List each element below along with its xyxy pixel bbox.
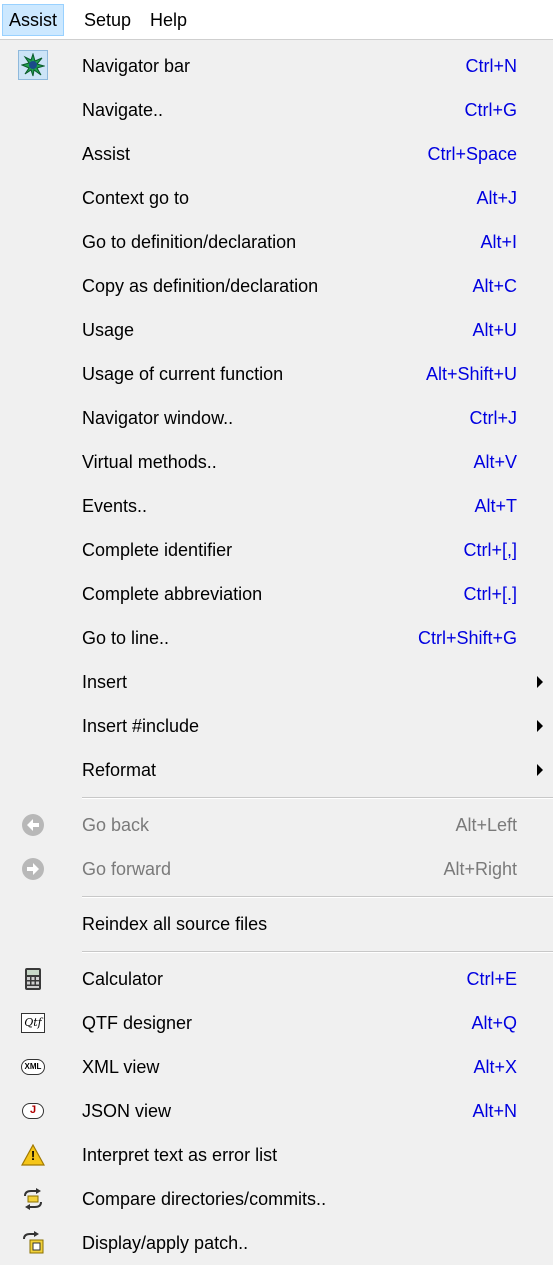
menu-item-shortcut: Ctrl+J xyxy=(469,408,517,428)
menu-item-events[interactable]: Events.. Alt+T xyxy=(0,484,553,528)
menu-item-label: Go back xyxy=(82,815,150,835)
menu-item-shortcut: Alt+Right xyxy=(443,859,517,879)
menu-item-shortcut: Alt+Left xyxy=(455,815,517,835)
warning-icon: ! xyxy=(20,1142,46,1168)
compare-icon xyxy=(20,1186,46,1212)
qtf-icon: Qtf xyxy=(20,1010,46,1036)
menu-item-label: Complete abbreviation xyxy=(82,584,263,604)
menu-item-label: Usage of current function xyxy=(82,364,284,384)
forward-arrow-icon xyxy=(20,856,46,882)
menu-item-shortcut: Ctrl+[,] xyxy=(463,540,517,560)
menu-item-label: Reformat xyxy=(82,760,157,780)
menu-item-shortcut: Alt+C xyxy=(472,276,517,296)
menu-item-label: Virtual methods.. xyxy=(82,452,217,472)
menu-item-label: Go forward xyxy=(82,859,172,879)
menu-item-xml-view[interactable]: XML XML view Alt+X xyxy=(0,1045,553,1089)
menu-bar: Assist Setup Help xyxy=(0,0,553,40)
menu-separator xyxy=(82,951,553,953)
xml-icon-text: XML xyxy=(21,1059,45,1075)
menu-item-go-to-definition[interactable]: Go to definition/declaration Alt+I xyxy=(0,220,553,264)
menu-item-reformat[interactable]: Reformat xyxy=(0,748,553,792)
menu-item-virtual-methods[interactable]: Virtual methods.. Alt+V xyxy=(0,440,553,484)
menu-item-shortcut: Ctrl+Shift+G xyxy=(417,628,517,648)
menu-item-shortcut: Alt+I xyxy=(480,232,517,252)
menu-item-label: Copy as definition/declaration xyxy=(82,276,319,296)
menu-item-go-to-line[interactable]: Go to line.. Ctrl+Shift+G xyxy=(0,616,553,660)
menu-item-label: Go to definition/declaration xyxy=(82,232,297,252)
menu-item-label: Events.. xyxy=(82,496,148,516)
back-arrow-icon xyxy=(20,812,46,838)
menu-item-label: Insert xyxy=(82,672,128,692)
json-icon-text: J xyxy=(22,1103,44,1119)
menu-item-json-view[interactable]: J JSON view Alt+N xyxy=(0,1089,553,1133)
menu-item-go-forward[interactable]: Go forward Alt+Right xyxy=(0,847,553,891)
menu-item-label: JSON view xyxy=(82,1101,172,1121)
patch-icon xyxy=(20,1230,46,1256)
warning-icon-text: ! xyxy=(30,1148,36,1163)
menu-item-label: Compare directories/commits.. xyxy=(82,1189,327,1209)
assist-dropdown-menu: Navigator bar Ctrl+N Navigate.. Ctrl+G A… xyxy=(0,40,553,1254)
menu-item-compare-directories[interactable]: Compare directories/commits.. xyxy=(0,1177,553,1221)
menu-item-shortcut: Ctrl+[.] xyxy=(463,584,517,604)
menu-item-label: Complete identifier xyxy=(82,540,233,560)
menu-item-label: Interpret text as error list xyxy=(82,1145,278,1165)
menu-item-label: Context go to xyxy=(82,188,190,208)
menu-item-usage-of-current-function[interactable]: Usage of current function Alt+Shift+U xyxy=(0,352,553,396)
menu-item-navigator-window[interactable]: Navigator window.. Ctrl+J xyxy=(0,396,553,440)
menu-item-label: Display/apply patch.. xyxy=(82,1233,249,1253)
menu-item-label: Navigator bar xyxy=(82,56,191,76)
menu-item-complete-identifier[interactable]: Complete identifier Ctrl+[,] xyxy=(0,528,553,572)
submenu-arrow-icon xyxy=(537,720,543,732)
menu-item-label: Usage xyxy=(82,320,135,340)
menu-item-shortcut: Ctrl+G xyxy=(464,100,517,120)
menu-item-calculator[interactable]: Calculator Ctrl+E xyxy=(0,957,553,1001)
json-icon: J xyxy=(20,1098,46,1124)
menu-item-label: XML view xyxy=(82,1057,160,1077)
menu-item-shortcut: Ctrl+Space xyxy=(427,144,517,164)
menu-item-shortcut: Alt+Q xyxy=(471,1013,517,1033)
menu-item-label: QTF designer xyxy=(82,1013,193,1033)
menu-item-label: Assist xyxy=(82,144,131,164)
menu-item-insert[interactable]: Insert xyxy=(0,660,553,704)
menu-item-shortcut: Alt+T xyxy=(474,496,517,516)
menu-item-insert-include[interactable]: Insert #include xyxy=(0,704,553,748)
menu-item-shortcut: Alt+U xyxy=(472,320,517,340)
menu-item-complete-abbreviation[interactable]: Complete abbreviation Ctrl+[.] xyxy=(0,572,553,616)
menu-item-display-apply-patch[interactable]: Display/apply patch.. xyxy=(0,1221,553,1265)
menu-item-shortcut: Alt+X xyxy=(473,1057,517,1077)
menu-item-label: Navigator window.. xyxy=(82,408,234,428)
menu-item-shortcut: Alt+Shift+U xyxy=(425,364,517,384)
menu-item-navigate[interactable]: Navigate.. Ctrl+G xyxy=(0,88,553,132)
menu-item-shortcut: Alt+V xyxy=(473,452,517,472)
menu-item-label: Insert #include xyxy=(82,716,200,736)
menu-item-label: Navigate.. xyxy=(82,100,164,120)
menu-separator xyxy=(82,797,553,799)
qtf-icon-text: Qtf xyxy=(21,1013,45,1033)
menu-item-shortcut: Alt+J xyxy=(476,188,517,208)
menu-item-shortcut: Ctrl+N xyxy=(465,56,517,76)
navigator-bar-icon xyxy=(18,50,48,80)
menu-assist[interactable]: Assist xyxy=(2,4,65,36)
submenu-arrow-icon xyxy=(537,676,543,688)
menu-setup[interactable]: Setup xyxy=(78,4,137,36)
calculator-icon xyxy=(20,966,46,992)
menu-item-copy-as-definition[interactable]: Copy as definition/declaration Alt+C xyxy=(0,264,553,308)
menu-item-label: Go to line.. xyxy=(82,628,170,648)
menu-item-reindex[interactable]: Reindex all source files xyxy=(0,902,553,946)
menu-item-navigator-bar[interactable]: Navigator bar Ctrl+N xyxy=(0,44,553,88)
menu-help[interactable]: Help xyxy=(144,4,193,36)
menu-item-label: Reindex all source files xyxy=(82,914,268,934)
menu-separator xyxy=(82,896,553,898)
menu-item-assist[interactable]: Assist Ctrl+Space xyxy=(0,132,553,176)
xml-icon: XML xyxy=(20,1054,46,1080)
menu-item-qtf-designer[interactable]: Qtf QTF designer Alt+Q xyxy=(0,1001,553,1045)
menu-item-usage[interactable]: Usage Alt+U xyxy=(0,308,553,352)
menu-item-shortcut: Ctrl+E xyxy=(466,969,517,989)
menu-item-go-back[interactable]: Go back Alt+Left xyxy=(0,803,553,847)
menu-item-context-go-to[interactable]: Context go to Alt+J xyxy=(0,176,553,220)
menu-item-label: Calculator xyxy=(82,969,164,989)
submenu-arrow-icon xyxy=(537,764,543,776)
menu-item-interpret-errors[interactable]: ! Interpret text as error list xyxy=(0,1133,553,1177)
menu-item-shortcut: Alt+N xyxy=(472,1101,517,1121)
